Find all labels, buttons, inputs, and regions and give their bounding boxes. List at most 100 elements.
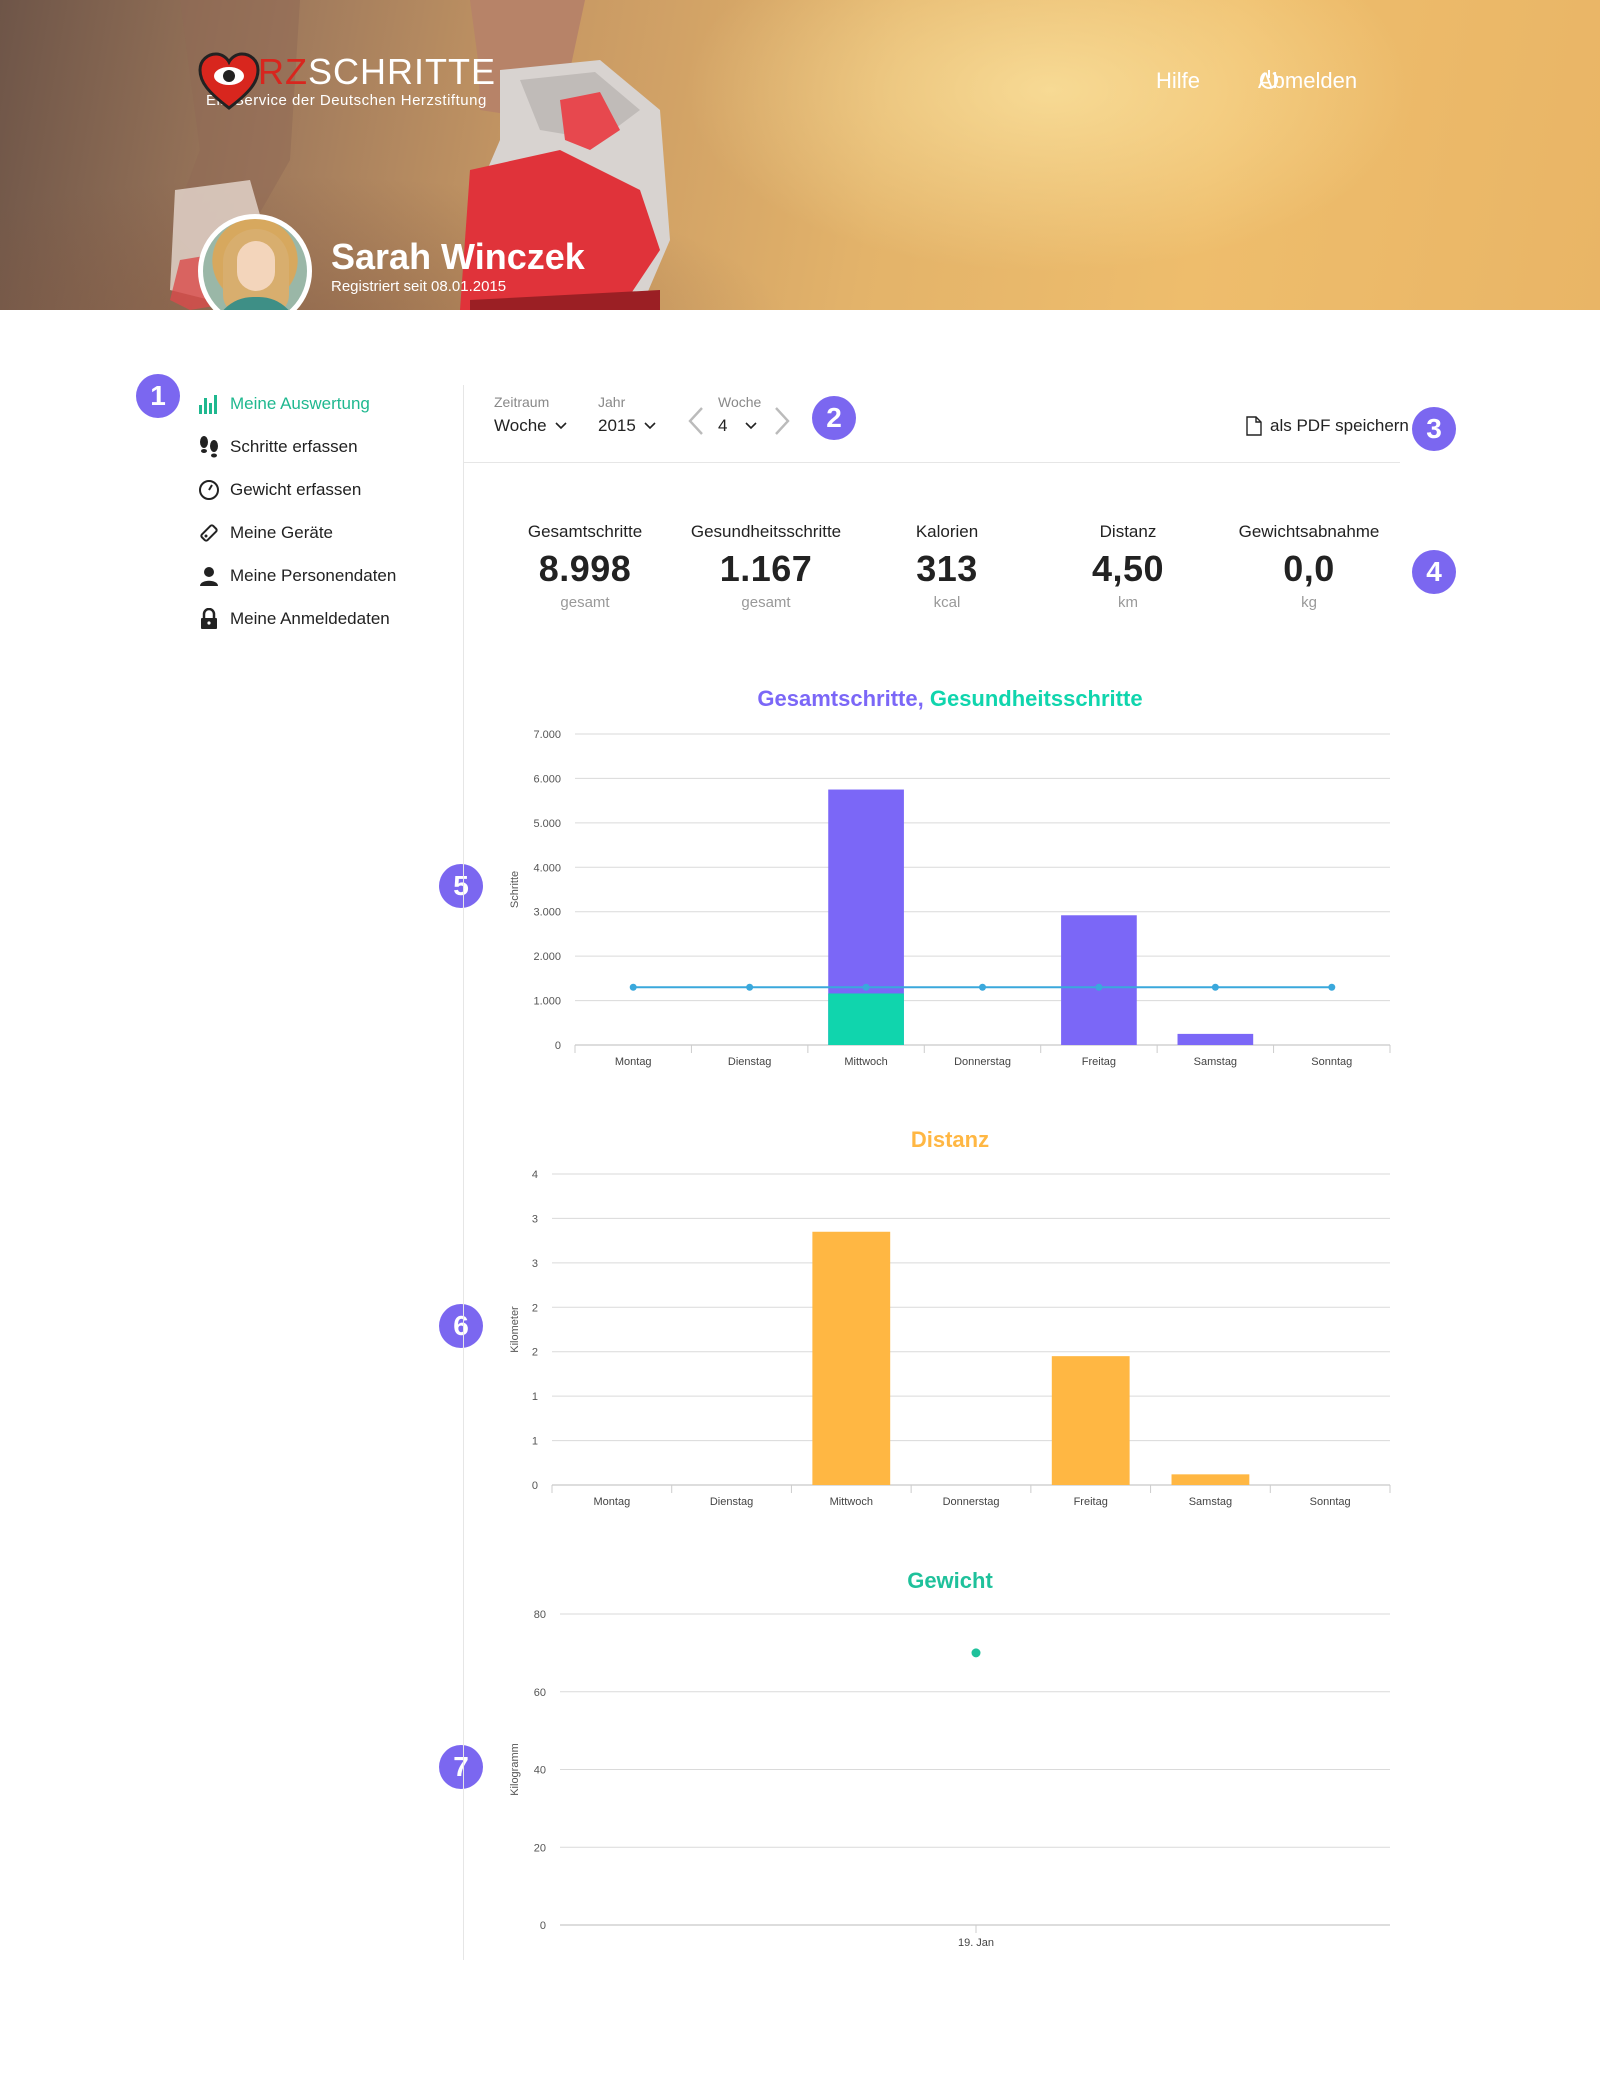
- hero-header: HERZSCHRITTE Ein Service der Deutschen H…: [0, 0, 1600, 310]
- heart-logo-icon: [198, 52, 260, 110]
- chart-weight-title: Gewicht: [907, 1568, 993, 1593]
- x-tick-label: Montag: [594, 1496, 631, 1508]
- y-tick-label: 2: [532, 1347, 538, 1359]
- jahr-select[interactable]: Jahr 2015: [598, 394, 656, 436]
- power-icon: [1260, 70, 1278, 89]
- x-tick-label: Freitag: [1074, 1496, 1108, 1508]
- y-tick-label: 0: [540, 1920, 546, 1932]
- x-tick-label: 19. Jan: [958, 1937, 994, 1949]
- weight-chart: 0 20 40 60 80 Kilogramm 19. Jan: [509, 1609, 1390, 1949]
- y-tick-label: 3: [532, 1213, 538, 1225]
- y-tick-label: 7.000: [533, 729, 561, 741]
- y-tick-label: 6.000: [533, 773, 561, 785]
- y-tick-label: 3.000: [533, 907, 561, 919]
- jahr-value: 2015: [598, 416, 636, 435]
- y-tick-label: 5.000: [533, 818, 561, 830]
- x-tick-label: Dienstag: [728, 1056, 771, 1068]
- sidebar-item-label: Meine Geräte: [230, 522, 333, 542]
- chevron-down-icon: [644, 422, 656, 430]
- average-point: [1095, 983, 1103, 991]
- zeitraum-label: Zeitraum: [494, 394, 550, 410]
- filter-divider: [463, 462, 1400, 463]
- woche-select[interactable]: Woche 4: [718, 394, 761, 436]
- average-point: [1211, 983, 1219, 991]
- average-point: [1328, 983, 1336, 991]
- sidebar-item-personendaten[interactable]: Meine Personendaten: [198, 554, 458, 597]
- chart-distance-title: Distanz: [910, 1127, 990, 1152]
- x-tick-label: Dienstag: [710, 1496, 753, 1508]
- person-icon: [198, 565, 220, 587]
- bar-gesamtschritte: [1177, 1033, 1254, 1045]
- lock-icon: [198, 607, 220, 630]
- x-tick-label: Samstag: [1189, 1496, 1232, 1508]
- y-tick-label: 20: [534, 1842, 546, 1854]
- y-axis-label: Kilometer: [509, 1306, 521, 1353]
- sidebar-item-label: Schritte erfassen: [230, 436, 358, 456]
- stat-kalorien: Kalorien 313 kcal: [915, 522, 979, 611]
- average-point: [629, 983, 637, 991]
- distance-chart: 0 1 1 2 2 3 3 4 Kilometer Montag Dienstag Mittwoch D…: [509, 1169, 1391, 1508]
- bar-distanz: [1051, 1356, 1130, 1485]
- badge-7: 7: [439, 1745, 483, 1789]
- x-tick-label: Sonntag: [1310, 1496, 1351, 1508]
- stat-gewichtsabnahme: Gewichtsabnahme 0,0 kg: [1238, 522, 1380, 611]
- bar-gesundheitsschritte: [828, 993, 904, 1045]
- prev-week-arrow-icon[interactable]: [686, 406, 706, 436]
- x-tick-label: Montag: [615, 1056, 652, 1068]
- stat-distanz: Distanz 4,50 km: [1091, 522, 1165, 611]
- x-tick-label: Freitag: [1082, 1056, 1116, 1068]
- y-tick-label: 4.000: [533, 862, 561, 874]
- y-tick-label: 1: [532, 1436, 538, 1448]
- woche-label: Woche: [718, 394, 762, 410]
- help-link[interactable]: Hilfe: [1156, 68, 1200, 94]
- y-tick-label: 60: [534, 1687, 546, 1699]
- sidebar-item-auswertung[interactable]: Meine Auswertung: [198, 382, 458, 425]
- logo[interactable]: HERZSCHRITTE Ein Service der Deutschen H…: [198, 52, 496, 110]
- sidebar-item-label: Meine Personendaten: [230, 565, 397, 585]
- bar-chart-icon: [198, 393, 220, 415]
- y-tick-label: 80: [534, 1609, 546, 1621]
- y-tick-label: 3: [532, 1258, 538, 1270]
- y-axis-label: Kilogramm: [509, 1743, 521, 1796]
- sidebar-item-label: Meine Anmeldedaten: [230, 608, 390, 628]
- average-point: [862, 983, 870, 991]
- y-axis-label: Schritte: [509, 871, 521, 908]
- registration-date: Registriert seit 08.01.2015: [331, 278, 507, 295]
- x-tick-label: Donnerstag: [943, 1496, 1000, 1508]
- jahr-label: Jahr: [598, 394, 626, 410]
- chart-steps-title: Gesamtschritte, Gesundheitsschritte: [757, 686, 1143, 711]
- badge-5: 5: [439, 864, 483, 908]
- y-tick-label: 2: [532, 1302, 538, 1314]
- y-tick-label: 4: [532, 1169, 538, 1181]
- sidebar-item-schritte[interactable]: Schritte erfassen: [198, 425, 458, 468]
- steps-chart: 0 1.000 2.000 3.000 4.000 5.000 6.000 7.000 Schr…: [509, 729, 1391, 1068]
- average-point: [979, 983, 986, 991]
- next-week-arrow-icon[interactable]: [772, 406, 792, 436]
- weight-point: [971, 1648, 981, 1658]
- x-tick-label: Donnerstag: [954, 1056, 1011, 1068]
- zeitraum-value: Woche: [494, 416, 547, 435]
- document-icon: [1246, 416, 1262, 436]
- sidebar-item-label: Gewicht erfassen: [230, 479, 362, 499]
- sidebar-item-geraete[interactable]: Meine Geräte: [198, 511, 458, 554]
- bar-distanz: [812, 1231, 891, 1485]
- gauge-icon: [198, 479, 220, 501]
- y-tick-label: 40: [534, 1765, 546, 1777]
- sidebar-item-gewicht[interactable]: Gewicht erfassen: [198, 468, 458, 511]
- sidebar-item-label: Meine Auswertung: [230, 393, 370, 413]
- x-tick-label: Mittwoch: [830, 1496, 873, 1508]
- stat-gesamtschritte: Gesamtschritte 8.998 gesamt: [527, 522, 643, 611]
- x-tick-label: Mittwoch: [844, 1056, 887, 1068]
- badge-6: 6: [439, 1304, 483, 1348]
- x-tick-label: Samstag: [1194, 1056, 1237, 1068]
- y-tick-label: 1.000: [533, 996, 561, 1008]
- logout-button[interactable]: Abmelden: [1258, 68, 1357, 94]
- sidebar-divider: [463, 385, 464, 1960]
- save-pdf-button[interactable]: als PDF speichern: [1246, 416, 1409, 436]
- sidebar-item-anmeldedaten[interactable]: Meine Anmeldedaten: [198, 597, 458, 640]
- zeitraum-select[interactable]: Zeitraum Woche: [494, 394, 567, 436]
- bar-gesamtschritte: [1061, 915, 1137, 1045]
- footprints-icon: [198, 435, 220, 458]
- y-tick-label: 1: [532, 1391, 538, 1403]
- y-tick-label: 0: [532, 1480, 538, 1492]
